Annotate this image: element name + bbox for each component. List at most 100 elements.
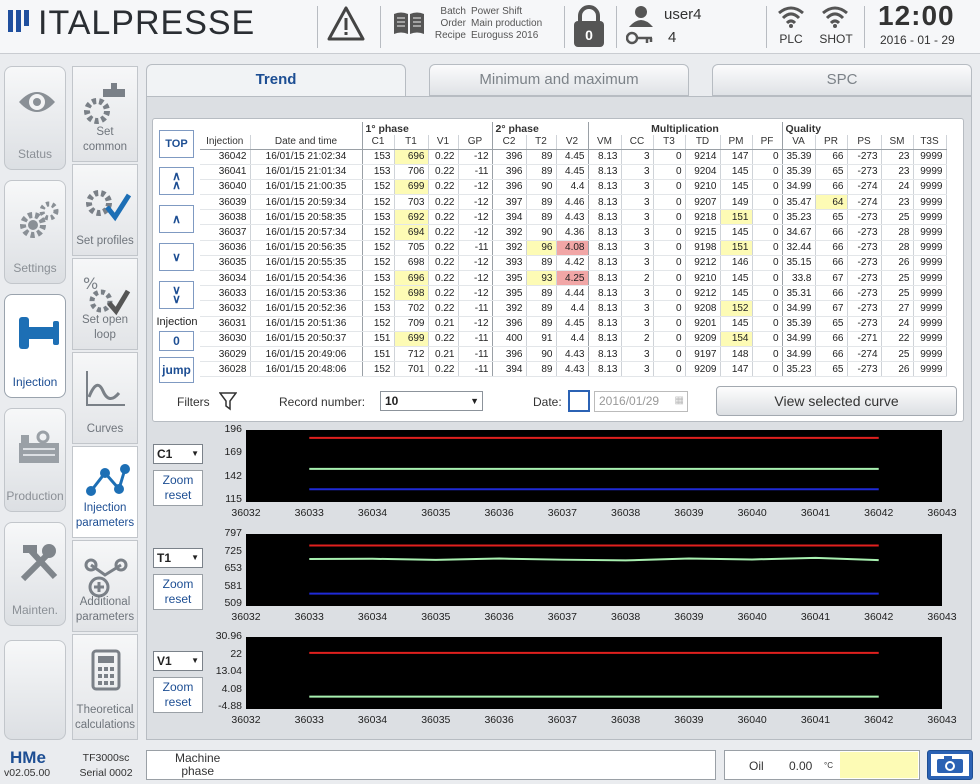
table-cell: -11 <box>458 331 493 347</box>
table-row[interactable]: 36037 16/01/15 20:57:34 152 694 0.22 -12 392 90… <box>200 224 947 241</box>
row-down-button[interactable]: ∨ <box>159 243 194 271</box>
table-cell: -12 <box>458 149 493 165</box>
table-cell: 3 <box>621 149 654 165</box>
table-cell: 154 <box>720 331 753 347</box>
tab-spc[interactable]: SPC <box>712 64 972 96</box>
filter-icon[interactable] <box>218 391 238 415</box>
zoom-reset-button-3[interactable]: Zoom reset <box>153 677 203 713</box>
view-selected-curve-button[interactable]: View selected curve <box>716 386 957 416</box>
table-row[interactable]: 36040 16/01/15 21:00:35 152 699 0.22 -12 396 90… <box>200 179 947 196</box>
page-up-button[interactable]: ∧ ∧ <box>159 167 194 195</box>
zoom-reset-button-1[interactable]: Zoom reset <box>153 470 203 506</box>
table-row[interactable]: 36033 16/01/15 20:53:36 152 698 0.22 -12 395 89… <box>200 285 947 302</box>
subnav-additional-parameters[interactable]: Additional parameters <box>72 540 138 632</box>
tab-min-max[interactable]: Minimum and maximum <box>429 64 689 96</box>
batch-value: Power Shift <box>471 6 523 17</box>
x-tick-label: 36033 <box>294 507 324 519</box>
record-number-select[interactable]: 10 ▼ <box>380 391 483 411</box>
x-tick-label: 36040 <box>737 714 767 726</box>
oil-value: 0.00 <box>789 759 813 773</box>
lock-icon[interactable]: 0 <box>570 4 608 52</box>
table-row[interactable]: 36034 16/01/15 20:54:36 153 696 0.22 -12 395 93… <box>200 270 947 287</box>
table-cell: 3 <box>621 194 654 211</box>
row-up-button[interactable]: ∧ <box>159 205 194 233</box>
jump-button[interactable]: jump <box>159 357 194 383</box>
nav-production[interactable]: Production <box>4 408 66 512</box>
table-row[interactable]: 36036 16/01/15 20:56:35 152 705 0.22 -11 392 96… <box>200 240 947 256</box>
column-header-cc: CC <box>621 135 654 150</box>
table-cell: 4.4 <box>556 179 589 196</box>
header-bar: ITALPRESSE Batch Order Recipe Power Shift M… <box>0 0 980 54</box>
table-cell: 151 <box>720 209 753 226</box>
table-cell: 696 <box>394 270 429 287</box>
zoom-reset-button-2[interactable]: Zoom reset <box>153 574 203 610</box>
table-cell: 9999 <box>913 270 947 287</box>
table-cell: 16/01/15 20:51:36 <box>250 316 363 332</box>
nav-injection[interactable]: Injection <box>4 294 66 398</box>
table-row[interactable]: 36039 16/01/15 20:59:34 152 703 0.22 -12 397 89… <box>200 194 947 211</box>
table-row[interactable]: 36031 16/01/15 20:51:36 152 709 0.21 -12 396 89… <box>200 316 947 332</box>
table-cell: 696 <box>394 149 429 165</box>
group-multiplication: Multiplication <box>588 122 783 135</box>
date-filter-checkbox[interactable] <box>568 390 590 412</box>
chart-variable-select-1[interactable]: C1 ▼ <box>153 444 203 464</box>
nav-status[interactable]: Status <box>4 66 66 170</box>
trend-chart-1[interactable] <box>246 430 942 502</box>
chart-plot-area <box>309 436 879 491</box>
screenshot-button[interactable] <box>927 750 973 780</box>
chart-variable-select-3[interactable]: V1 ▼ <box>153 651 203 671</box>
user-icon[interactable] <box>627 5 655 31</box>
table-row[interactable]: 36032 16/01/15 20:52:36 153 702 0.22 -11 392 89… <box>200 300 947 317</box>
table-cell: 89 <box>526 194 557 211</box>
table-cell: 4.43 <box>556 361 589 378</box>
subnav-set-open-loop[interactable]: % Set open loop <box>72 258 138 350</box>
nav-settings[interactable]: Settings <box>4 180 66 284</box>
table-cell: 66 <box>815 240 848 256</box>
x-tick-label: 36037 <box>547 611 577 623</box>
order-value: Main production <box>471 18 543 29</box>
table-row[interactable]: 36042 16/01/15 21:02:34 153 696 0.22 -12 396 89… <box>200 149 947 165</box>
table-cell: 89 <box>526 361 557 378</box>
subnav-theoretical-calculations[interactable]: Theoretical calculations <box>72 634 138 740</box>
tab-trend[interactable]: Trend <box>146 64 406 96</box>
table-cell: 395 <box>492 270 527 287</box>
table-cell: 9999 <box>913 285 947 302</box>
subnav-set-common[interactable]: Set common <box>72 66 138 162</box>
table-cell: 16/01/15 21:02:34 <box>250 149 363 165</box>
table-cell: 22 <box>881 331 914 347</box>
table-cell: 0 <box>752 194 783 211</box>
x-tick-label: 36034 <box>357 714 388 726</box>
table-cell: 0 <box>752 285 783 302</box>
subnav-set-profiles[interactable]: Set profiles <box>72 164 138 256</box>
shot-label: SHOT <box>819 32 853 46</box>
table-cell: 0 <box>653 316 686 332</box>
table-row[interactable]: 36030 16/01/15 20:50:37 151 699 0.22 -11 400 91… <box>200 331 947 347</box>
nav-maintenance[interactable]: Mainten. <box>4 522 66 626</box>
table-cell: 0 <box>752 240 783 256</box>
top-button[interactable]: TOP <box>159 130 194 158</box>
table-row[interactable]: 36028 16/01/15 20:48:06 152 701 0.22 -11 394 89… <box>200 361 947 378</box>
y-tick-label: -4.88 <box>218 700 242 712</box>
trend-chart-2[interactable] <box>246 534 942 606</box>
table-cell: 0 <box>653 255 686 272</box>
subnav-curves[interactable]: Curves <box>72 352 138 444</box>
table-cell: 34.99 <box>782 300 816 317</box>
warning-icon[interactable] <box>326 5 366 47</box>
table-cell: -273 <box>847 224 882 241</box>
date-picker-input[interactable]: 2016/01/29 ▦ <box>594 391 688 412</box>
x-tick-label: 36037 <box>547 714 577 726</box>
trend-chart-3[interactable] <box>246 637 942 709</box>
page-down-button[interactable]: ∨ ∨ <box>159 281 194 309</box>
table-row[interactable]: 36041 16/01/15 21:01:34 153 706 0.22 -11 396 89… <box>200 164 947 180</box>
table-row[interactable]: 36038 16/01/15 20:58:35 153 692 0.22 -12 394 89… <box>200 209 947 226</box>
table-row[interactable]: 36029 16/01/15 20:49:06 151 712 0.21 -11 396 90… <box>200 346 947 363</box>
y-tick-label: 30.96 <box>215 630 242 642</box>
machine-model: TF3000sc <box>82 752 130 764</box>
chart-variable-select-2[interactable]: T1 ▼ <box>153 548 203 568</box>
book-icon[interactable] <box>392 10 426 40</box>
table-cell: 0 <box>752 209 783 226</box>
table-cell: 8.13 <box>588 361 622 378</box>
table-row[interactable]: 36035 16/01/15 20:55:35 152 698 0.22 -12 393 89… <box>200 255 947 272</box>
subnav-injection-parameters[interactable]: Injection parameters <box>72 446 138 538</box>
injection-jump-input[interactable]: 0 <box>159 331 194 351</box>
